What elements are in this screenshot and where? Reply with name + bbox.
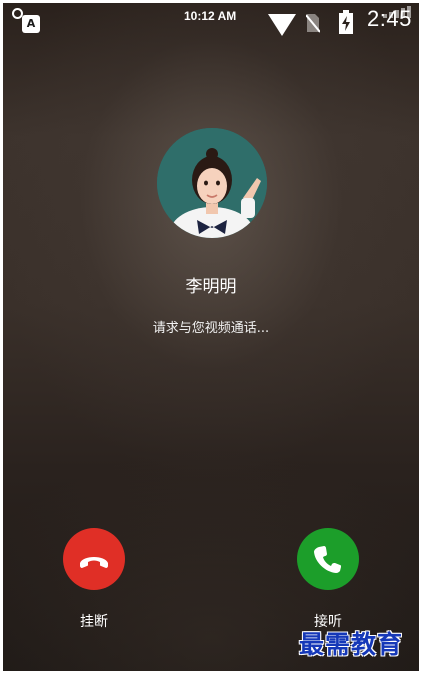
status-bar: A 10:12 AM 2:45 [3,3,419,39]
status-time-small: 10:12 AM [184,9,237,23]
wifi-icon [268,14,296,36]
status-time-big: 2:45 [367,6,412,31]
answer-button[interactable] [297,528,359,590]
call-status-text: 请求与您视频通话... [152,321,270,336]
notification-a-icon: A [12,8,42,34]
decline-button[interactable] [63,528,125,590]
notification-badge: A [22,15,40,33]
no-sim-icon [306,14,320,33]
decline-label: 挂断 [80,614,108,630]
phone-icon [314,546,341,573]
incoming-video-call-screen: A 10:12 AM 2:45 李明明 请求与您视频通话... 挂断 接听 最需… [3,3,419,671]
hang-up-icon [80,557,108,568]
caller-name: 李明明 [185,277,237,297]
caller-avatar [157,128,267,238]
battery-charging-icon [339,10,353,34]
watermark-logo: 最需教育 [299,630,404,659]
